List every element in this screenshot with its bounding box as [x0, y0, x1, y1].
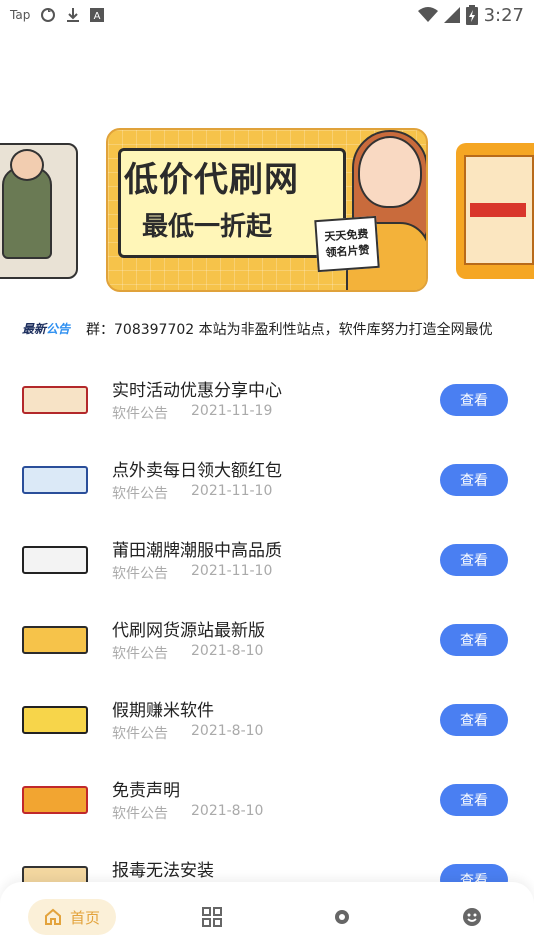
- list-item-date: 2021-8-10: [191, 803, 264, 819]
- banner-slide-prev[interactable]: [0, 143, 78, 279]
- list-item[interactable]: 假期赚米软件软件公告 2021-8-10 查看: [0, 680, 534, 760]
- list-item[interactable]: 免责声明软件公告 2021-8-10 查看: [0, 760, 534, 840]
- sync-icon: [41, 8, 56, 22]
- list-item[interactable]: 实时活动优惠分享中心软件公告 2021-11-19 查看: [0, 360, 534, 440]
- list-item-title: 莆田潮牌潮服中高品质: [112, 541, 282, 561]
- battery-icon: [465, 5, 478, 25]
- list-item-category: 软件公告: [112, 646, 168, 662]
- list-item-title: 点外卖每日领大额红包: [112, 461, 282, 481]
- list-item-title: 免责声明: [112, 781, 180, 801]
- banner-slide-next[interactable]: [456, 143, 534, 279]
- list-item-date: 2021-8-10: [191, 643, 264, 659]
- list-item-date: 2021-11-19: [191, 403, 273, 419]
- girl-face: [358, 136, 422, 208]
- list-item-category: 软件公告: [112, 406, 168, 422]
- illustration-bar: [470, 203, 526, 217]
- cartoon-head: [10, 149, 44, 181]
- signal-icon: [443, 7, 460, 23]
- list-item-category: 软件公告: [112, 566, 168, 582]
- view-button[interactable]: 查看: [440, 704, 508, 736]
- notice-logo-suffix: 公告: [46, 322, 71, 336]
- list-item-thumbnail: [22, 466, 88, 494]
- grid-icon[interactable]: [201, 906, 223, 928]
- list-item[interactable]: 莆田潮牌潮服中高品质软件公告 2021-11-10 查看: [0, 520, 534, 600]
- view-button[interactable]: 查看: [440, 784, 508, 816]
- list-item-category: 软件公告: [112, 806, 168, 822]
- list-item-category: 软件公告: [112, 486, 168, 502]
- list-item-title: 实时活动优惠分享中心: [112, 381, 282, 401]
- view-button[interactable]: 查看: [440, 384, 508, 416]
- status-bar: Tap A 3:27: [0, 0, 534, 30]
- svg-text:A: A: [94, 11, 101, 22]
- notice-bar[interactable]: 最新公告 群：708397702 本站为非盈利性站点，软件库努力打造全网最优: [0, 316, 534, 342]
- download-icon: [67, 8, 80, 22]
- smile-icon[interactable]: [461, 906, 483, 928]
- home-icon: [44, 908, 61, 925]
- list-item-title: 假期赚米软件: [112, 701, 214, 721]
- banner-subtitle: 最低一折起: [142, 212, 273, 242]
- list-item-thumbnail: [22, 546, 88, 574]
- banner-title: 低价代刷网: [124, 160, 299, 200]
- list-item-date: 2021-11-10: [191, 483, 273, 499]
- list-item-thumbnail: [22, 386, 88, 414]
- clock: 3:27: [483, 4, 524, 26]
- status-left: Tap A: [10, 7, 105, 23]
- list-item-category: 软件公告: [112, 726, 168, 742]
- notice-logo-prefix: 最新: [22, 322, 47, 336]
- tap-label: Tap: [10, 8, 31, 22]
- status-right: 3:27: [417, 4, 524, 26]
- view-button[interactable]: 查看: [440, 544, 508, 576]
- compass-icon[interactable]: [331, 906, 353, 928]
- banner-carousel[interactable]: 低价代刷网 最低一折起 天天免费 领名片赞: [0, 125, 534, 295]
- view-button[interactable]: 查看: [440, 624, 508, 656]
- list-item-thumbnail: [22, 706, 88, 734]
- notice-text: 群：708397702 本站为非盈利性站点，软件库努力打造全网最优: [86, 322, 493, 338]
- font-icon: A: [90, 8, 105, 22]
- list-item-date: 2021-8-10: [191, 723, 264, 739]
- banner-slide-current[interactable]: 低价代刷网 最低一折起 天天免费 领名片赞: [106, 128, 428, 292]
- bottom-nav: 首页: [0, 882, 534, 950]
- banner-card: 天天免费 领名片赞: [314, 215, 380, 273]
- view-button[interactable]: 查看: [440, 464, 508, 496]
- wifi-icon: [417, 7, 438, 22]
- list-item[interactable]: 点外卖每日领大额红包软件公告 2021-11-10 查看: [0, 440, 534, 520]
- list-item-date: 2021-11-10: [191, 563, 273, 579]
- list-item-title: 代刷网货源站最新版: [112, 621, 265, 641]
- list-item-thumbnail: [22, 626, 88, 654]
- banner-card-line2: 领名片赞: [325, 243, 370, 260]
- nav-home-label: 首页: [69, 908, 100, 927]
- list-item[interactable]: 代刷网货源站最新版软件公告 2021-8-10 查看: [0, 600, 534, 680]
- list-item-thumbnail: [22, 786, 88, 814]
- list-item-title: 报毒无法安装: [112, 861, 214, 881]
- nav-home[interactable]: 首页: [28, 899, 116, 935]
- notice-logo: 最新公告: [22, 320, 70, 337]
